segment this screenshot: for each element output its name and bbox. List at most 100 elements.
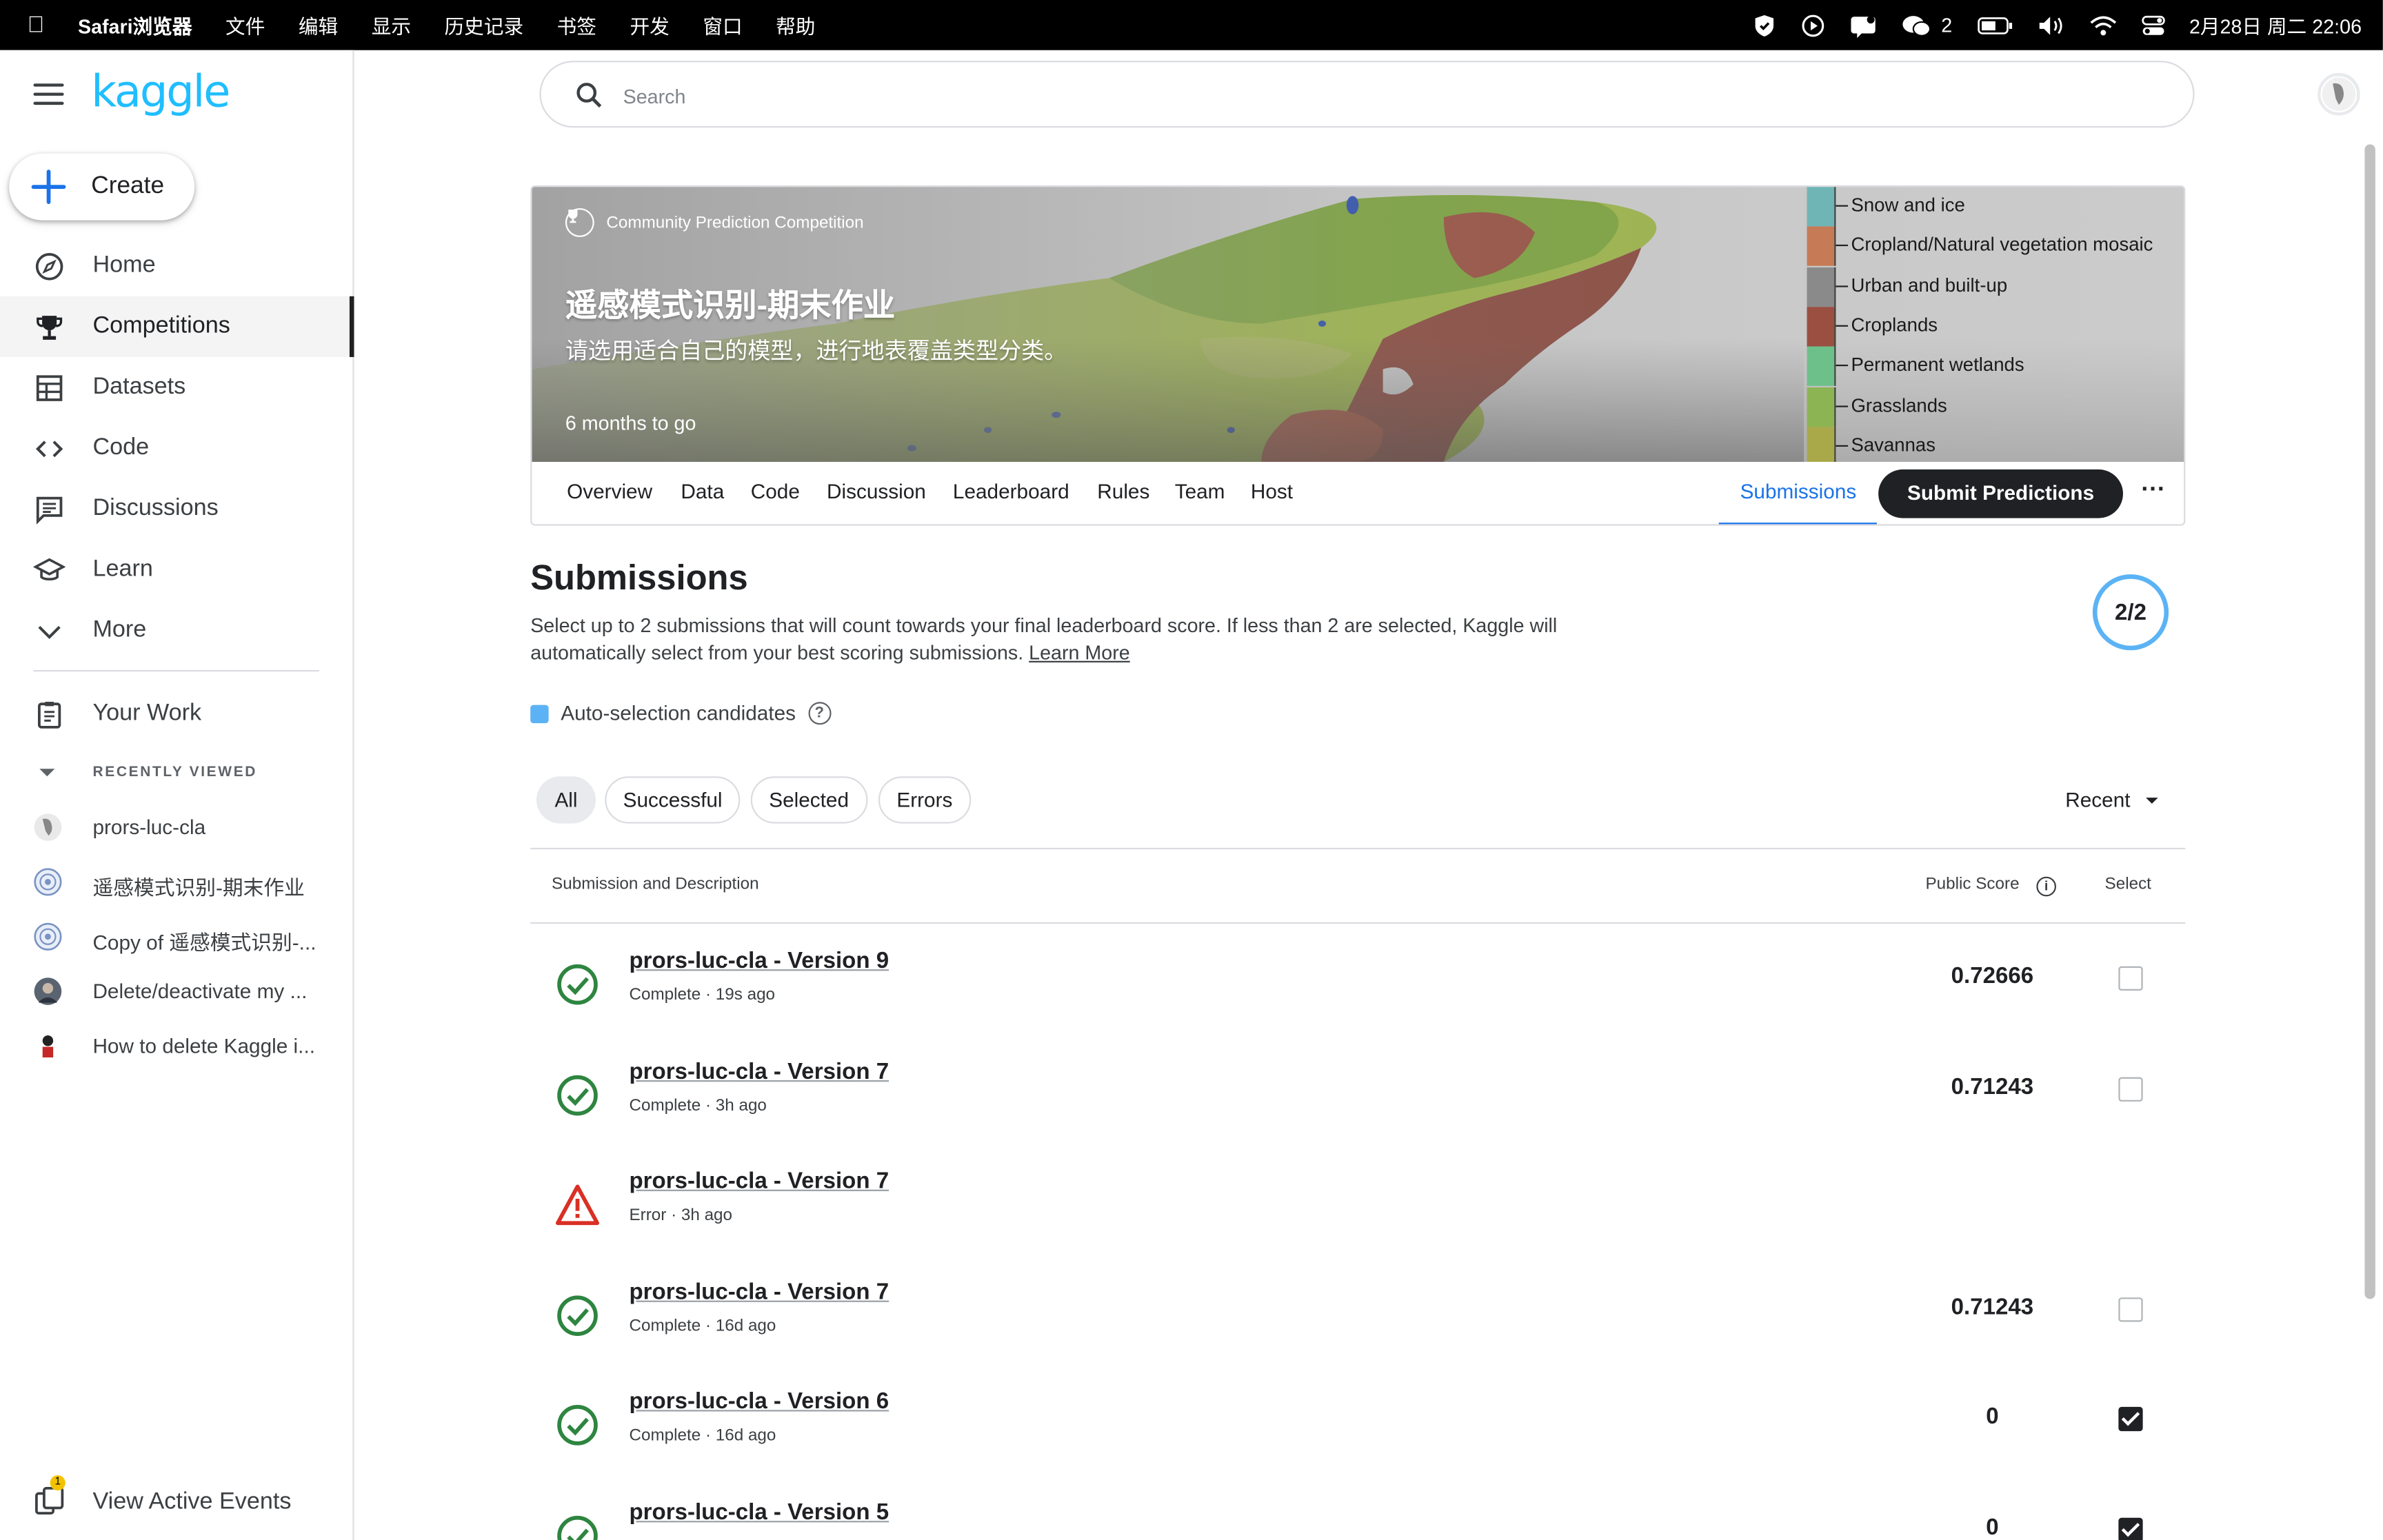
warning-icon [554,1182,600,1228]
create-button[interactable]: Create [9,153,195,221]
view-active-events[interactable]: 1 View Active Events [0,1475,352,1523]
user-avatar[interactable] [2317,72,2360,116]
search-icon [576,83,602,108]
wifi-icon[interactable] [2089,0,2117,50]
more-options-icon[interactable]: ··· [2140,478,2167,507]
sidebar-item-discussions[interactable]: Discussions [0,478,352,539]
notification-icon[interactable] [1850,0,1878,50]
filter-errors[interactable]: Errors [878,776,971,824]
sidebar-item-code[interactable]: Code [0,418,352,478]
caret-down-icon[interactable] [39,769,55,777]
menubar-app-name[interactable]: Safari浏览器 [78,10,192,39]
tab-code[interactable]: Code [751,480,800,503]
battery-icon[interactable] [1976,0,2013,50]
apple-icon[interactable]:  [28,12,45,38]
select-checkbox[interactable] [2118,1517,2143,1540]
tab-rules[interactable]: Rules [1097,480,1149,503]
select-checkbox[interactable] [2118,1076,2143,1102]
tab-overview[interactable]: Overview [567,480,652,503]
submission-name-link[interactable]: prors-luc-cla - Version 5 [629,1499,889,1525]
recent-item[interactable]: Delete/deactivate my ... [0,965,352,1020]
submissions-description: Select up to 2 submissions that will cou… [530,612,1655,667]
legend-label: Savannas [1851,434,1936,456]
volume-icon[interactable] [2038,0,2065,50]
help-icon[interactable]: ? [807,702,831,725]
menu-file[interactable]: 文件 [225,10,265,39]
info-icon[interactable]: i [2036,876,2057,897]
sidebar-item-learn[interactable]: Learn [0,539,352,600]
sidebar-item-your-work[interactable]: Your Work [0,684,352,744]
filter-successful[interactable]: Successful [605,776,741,824]
column-header-score: Public Score [1925,875,2020,893]
submission-meta: Complete · 16d ago [629,1427,776,1446]
kaggle-logo[interactable]: kaggle [91,65,230,117]
menubar-datetime[interactable]: 2月28日 周二 22:06 [2189,10,2362,39]
recent-item[interactable]: 遥感模式识别-期末作业 [0,855,352,910]
recent-item[interactable]: How to delete Kaggle i... [0,1020,352,1074]
sidebar-item-datasets[interactable]: Datasets [0,357,352,418]
scrollbar[interactable] [2364,144,2375,1299]
wechat-icon[interactable]: 2 [1902,0,1952,50]
menu-edit[interactable]: 编辑 [299,10,338,39]
check-circle-icon [554,1293,600,1338]
menu-window[interactable]: 窗口 [703,10,742,39]
legend-tick [1836,325,1849,327]
submission-name-link[interactable]: prors-luc-cla - Version 6 [629,1389,889,1415]
menu-view[interactable]: 显示 [372,10,411,39]
submission-meta: Complete · 19s ago [629,986,776,1004]
legend-swatch [1807,227,1836,267]
menu-help[interactable]: 帮助 [776,10,815,39]
divider [530,922,2186,924]
create-label: Create [91,173,165,199]
search-input[interactable] [623,80,1991,111]
table-row: prors-luc-cla - Version 7 Complete · 3h a… [530,1055,2185,1165]
submission-name-link[interactable]: prors-luc-cla - Version 7 [629,1279,889,1304]
menu-develop[interactable]: 开发 [630,10,669,39]
recent-item[interactable]: Copy of 遥感模式识别-... [0,910,352,964]
sort-dropdown[interactable]: Recent [2065,789,2158,811]
filter-selected[interactable]: Selected [750,776,867,824]
table-row: prors-luc-cla - Version 7 Complete · 16d … [530,1276,2185,1386]
select-checkbox[interactable] [2118,1297,2143,1322]
search-bar[interactable] [539,61,2195,128]
learn-more-link[interactable]: Learn More [1029,641,1130,664]
tab-team[interactable]: Team [1175,480,1225,503]
caret-down-icon [2145,796,2158,803]
tab-host[interactable]: Host [1251,480,1293,503]
menu-history[interactable]: 历史记录 [445,10,524,39]
events-icon [35,1486,64,1515]
legend-item: Cropland/Natural vegetation mosaic [1804,227,2184,267]
auto-selection-legend: Auto-selection candidates ? [530,702,831,725]
filter-all[interactable]: All [536,776,596,824]
tab-leaderboard[interactable]: Leaderboard [953,480,1069,503]
chevron-down-icon [38,626,61,640]
sidebar-item-home[interactable]: Home [0,236,352,296]
competition-title: 遥感模式识别-期末作业 [565,288,896,324]
play-circle-icon[interactable] [1801,0,1825,50]
select-checkbox[interactable] [2118,1407,2143,1432]
control-center-icon[interactable] [2140,0,2164,50]
submission-name-link[interactable]: prors-luc-cla - Version 7 [629,1168,889,1194]
submission-name-link[interactable]: prors-luc-cla - Version 9 [629,948,889,973]
legend-swatch [1807,306,1836,347]
view-active-events-label: View Active Events [92,1488,292,1515]
select-checkbox[interactable] [2118,966,2143,991]
tab-discussion[interactable]: Discussion [827,480,926,503]
sidebar-item-more[interactable]: More [0,600,352,661]
recent-item-label: Delete/deactivate my ... [92,980,308,1003]
shield-icon[interactable] [1753,0,1777,50]
menu-bookmarks[interactable]: 书签 [557,10,596,39]
submission-name-link[interactable]: prors-luc-cla - Version 7 [629,1058,889,1084]
tab-submissions[interactable]: Submissions [1718,462,1877,525]
hamburger-menu-icon[interactable] [33,83,64,108]
legend-swatch [1807,426,1836,463]
sidebar-item-competitions[interactable]: Competitions [0,296,354,357]
tab-data[interactable]: Data [681,480,724,503]
public-score: 0 [1986,1514,1999,1540]
table-icon [36,375,63,401]
sidebar-item-label: Discussions [92,495,219,521]
compass-icon [35,253,63,281]
public-score: 0.71243 [1951,1294,2034,1320]
submit-predictions-button[interactable]: Submit Predictions [1878,469,2123,518]
recent-item[interactable]: prors-luc-cla [0,801,352,855]
